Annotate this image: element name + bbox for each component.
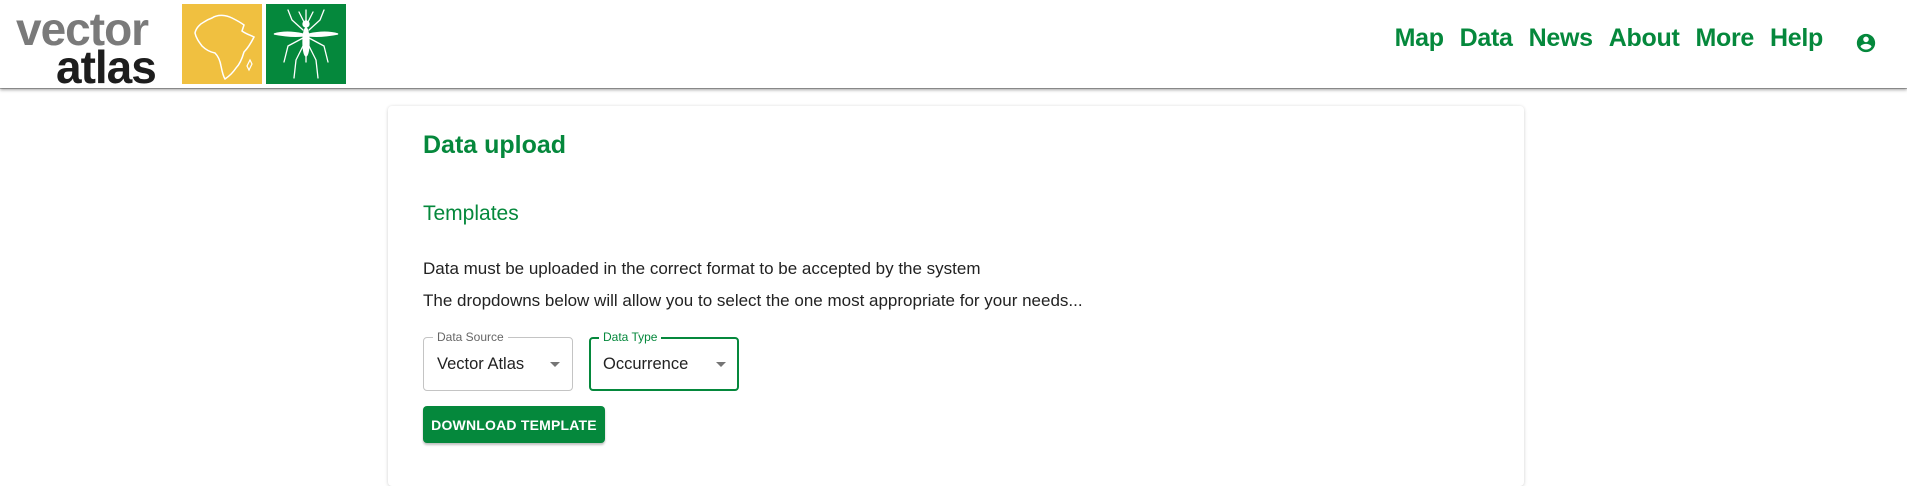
data-type-select[interactable]: Data Type Occurrence <box>589 330 739 391</box>
nav-item-more[interactable]: More <box>1695 24 1754 53</box>
nav-item-help[interactable]: Help <box>1770 24 1823 53</box>
nav-item-map[interactable]: Map <box>1395 24 1444 53</box>
download-template-button[interactable]: DOWNLOAD TEMPLATE <box>423 406 605 443</box>
mosquito-icon <box>266 4 346 84</box>
chevron-down-icon <box>550 362 560 367</box>
africa-map-icon <box>182 4 262 84</box>
upload-card: Data upload Templates Data must be uploa… <box>388 106 1524 486</box>
data-source-select[interactable]: Data Source Vector Atlas <box>423 330 573 391</box>
data-source-value: Vector Atlas <box>437 355 525 373</box>
app-header: vector atlas Map Data News About More He… <box>0 0 1907 90</box>
data-type-value: Occurrence <box>603 355 689 373</box>
nav-item-about[interactable]: About <box>1609 24 1680 53</box>
logo-wordmark: vector atlas <box>16 4 176 90</box>
account-circle-icon[interactable] <box>1855 32 1877 54</box>
instructions-text-1: Data must be uploaded in the correct for… <box>423 259 981 278</box>
data-source-label: Data Source <box>433 330 508 344</box>
instructions-text-2: The dropdowns below will allow you to se… <box>423 291 1083 310</box>
nav-item-data[interactable]: Data <box>1460 24 1513 53</box>
chevron-down-icon <box>716 362 726 367</box>
section-title-templates: Templates <box>423 202 519 225</box>
data-type-label: Data Type <box>599 330 662 344</box>
nav-item-news[interactable]: News <box>1529 24 1593 53</box>
vector-atlas-logo[interactable]: vector atlas <box>16 0 346 90</box>
page-title: Data upload <box>423 131 567 159</box>
logo-word-atlas: atlas <box>56 41 157 93</box>
main-nav: Map Data News About More Help <box>1395 24 1824 53</box>
